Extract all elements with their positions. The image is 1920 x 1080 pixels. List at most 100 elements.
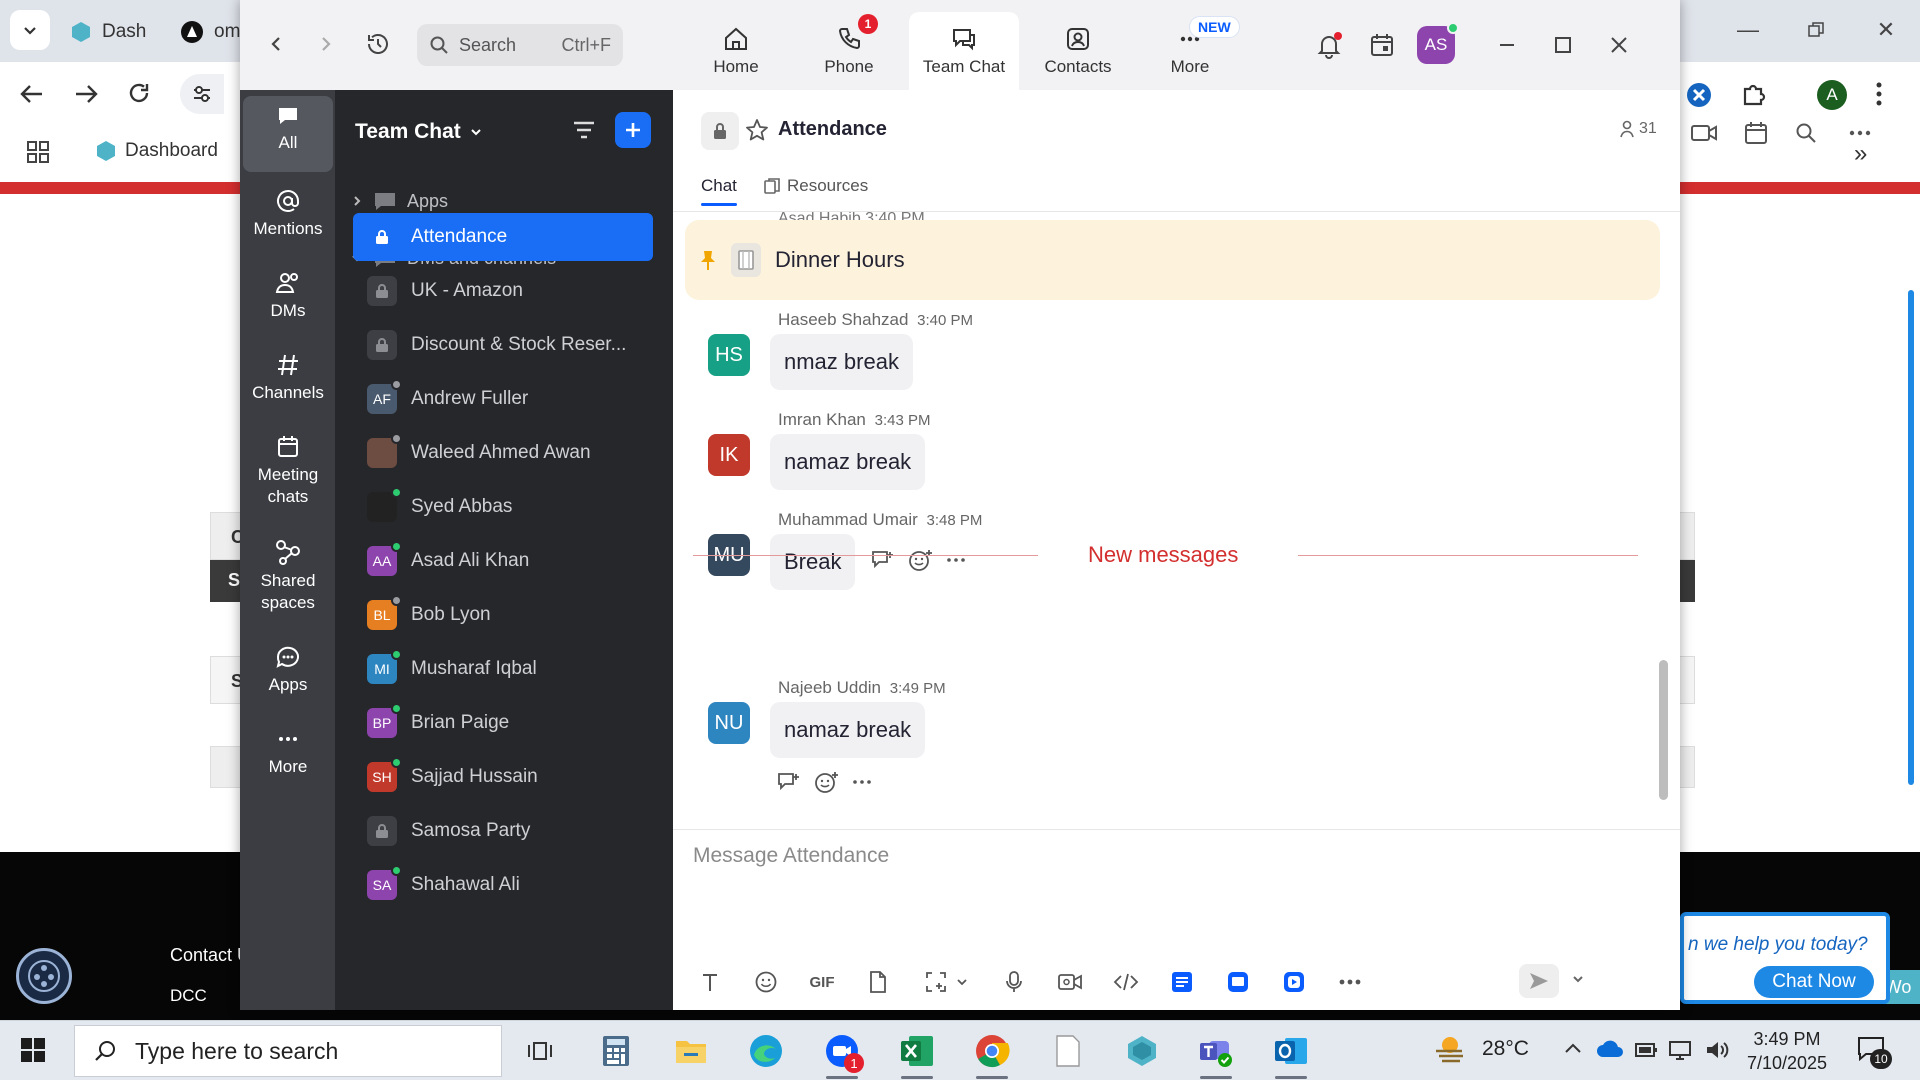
star-button[interactable] [745, 118, 769, 142]
channel-item[interactable]: Discount & Stock Reser... [353, 321, 673, 369]
video-call-button[interactable] [1689, 118, 1719, 148]
video-message-button[interactable] [1053, 968, 1087, 996]
site-info-button[interactable] [180, 74, 224, 114]
history-button[interactable] [362, 28, 394, 60]
browser-close-button[interactable]: ✕ [1866, 10, 1906, 50]
outlook-app[interactable] [1267, 1027, 1315, 1079]
weather-widget[interactable] [1432, 1033, 1468, 1065]
gif-button[interactable]: GIF [805, 968, 839, 996]
taskbar-search-input[interactable]: Type here to search [74, 1025, 502, 1077]
rail-meeting-chats[interactable]: Meeting chats [243, 426, 333, 508]
browser-restore-button[interactable] [1796, 10, 1836, 50]
calculator-app[interactable] [592, 1027, 640, 1075]
taskbar-clock[interactable]: 3:49 PM 7/10/2025 [1732, 1027, 1842, 1076]
chat-scrollbar[interactable] [1659, 660, 1668, 800]
zoom-maximize-button[interactable] [1546, 28, 1580, 62]
dashboard-app[interactable] [1118, 1027, 1166, 1075]
tab-more[interactable]: NEW More [1135, 12, 1245, 90]
message-item[interactable]: IK Imran Khan 3:43 PM namaz break [708, 410, 1608, 520]
whiteboard-button[interactable] [1221, 968, 1255, 996]
extension-icon-button[interactable] [1686, 82, 1712, 108]
user-avatar[interactable]: AS [1417, 22, 1459, 64]
composer-more-button[interactable] [1333, 968, 1367, 996]
tab-chat[interactable]: Chat [701, 176, 737, 206]
zoom-close-button[interactable] [1602, 28, 1636, 62]
volume-tray-icon[interactable] [1704, 1039, 1730, 1061]
extensions-button[interactable] [1740, 80, 1768, 108]
apps-grid-button[interactable] [26, 140, 50, 164]
schedule-meeting-button[interactable] [1741, 118, 1771, 148]
sender-name[interactable]: Imran Khan [778, 410, 866, 429]
footer-link-contact[interactable]: Contact U [170, 945, 250, 966]
show-hidden-icons-button[interactable] [1564, 1041, 1582, 1055]
member-count-button[interactable]: 31 [1619, 120, 1657, 138]
channel-item[interactable]: Waleed Ahmed Awan [353, 429, 673, 477]
code-snippet-button[interactable] [1109, 968, 1143, 996]
tab-home[interactable]: Home [681, 12, 791, 90]
chat-now-button[interactable]: Chat Now [1754, 966, 1874, 998]
network-tray-icon[interactable] [1668, 1039, 1694, 1061]
rail-shared-spaces[interactable]: Shared spaces [243, 530, 333, 614]
message-input[interactable]: Message Attendance [693, 844, 889, 868]
send-button[interactable] [1519, 964, 1559, 998]
rail-channels[interactable]: Channels [243, 344, 333, 404]
channel-item[interactable]: Samosa Party [353, 807, 673, 855]
tab-search-button[interactable] [10, 10, 50, 50]
calendar-button[interactable] [1365, 28, 1399, 62]
channel-item[interactable]: BP Brian Paige [353, 699, 673, 747]
onedrive-tray-icon[interactable] [1596, 1039, 1624, 1059]
new-chat-button[interactable] [615, 112, 651, 148]
filter-button[interactable] [571, 118, 597, 142]
forward-button[interactable] [72, 80, 100, 108]
zoom-forward-button[interactable] [310, 28, 342, 60]
section-apps[interactable]: Apps [351, 190, 448, 212]
sender-name[interactable]: Muhammad Umair [778, 510, 918, 529]
channel-item[interactable]: AA Asad Ali Khan [353, 537, 673, 585]
tab-contacts[interactable]: Contacts [1023, 12, 1133, 90]
channel-item[interactable]: Syed Abbas [353, 483, 673, 531]
docs-button[interactable] [1165, 968, 1199, 996]
chat-more-button[interactable] [1845, 118, 1875, 148]
emoji-react-icon[interactable] [814, 770, 840, 794]
accessibility-widget-button[interactable] [16, 948, 72, 1004]
chat-search-button[interactable] [1791, 118, 1821, 148]
profile-avatar[interactable]: A [1817, 80, 1847, 110]
screenshot-button[interactable] [917, 968, 975, 996]
channel-item[interactable]: SH Sajjad Hussain [353, 753, 673, 801]
zoom-back-button[interactable] [260, 28, 292, 60]
start-button[interactable] [20, 1037, 46, 1063]
browser-menu-button[interactable] [1874, 80, 1884, 108]
rail-mentions[interactable]: Mentions [243, 180, 333, 240]
notepad-app[interactable] [1044, 1027, 1092, 1075]
sender-name[interactable]: Najeeb Uddin [778, 678, 881, 697]
rail-all[interactable]: All [243, 96, 333, 172]
chrome-app[interactable] [968, 1027, 1016, 1079]
back-button[interactable] [18, 80, 46, 108]
more-actions-icon[interactable] [852, 779, 872, 785]
tab-resources[interactable]: Resources [763, 176, 868, 196]
format-text-button[interactable] [693, 968, 727, 996]
attach-file-button[interactable] [861, 968, 895, 996]
avatar[interactable]: NU [708, 702, 750, 744]
channel-item[interactable]: UK - Amazon [353, 267, 673, 315]
browser-minimize-button[interactable]: — [1728, 10, 1768, 50]
zoom-minimize-button[interactable] [1490, 28, 1524, 62]
rail-apps[interactable]: Apps [243, 636, 333, 696]
teams-app[interactable] [1192, 1027, 1240, 1079]
emoji-button[interactable] [749, 968, 783, 996]
zoom-app[interactable]: 1 [818, 1027, 866, 1079]
edge-app[interactable] [742, 1027, 790, 1075]
notifications-button[interactable] [1312, 28, 1346, 62]
channel-item[interactable]: BL Bob Lyon [353, 591, 673, 639]
rail-more[interactable]: More [243, 718, 333, 778]
pinned-message-banner[interactable]: Dinner Hours [685, 220, 1660, 300]
zoom-search-input[interactable]: Search Ctrl+F [417, 24, 623, 66]
channel-item[interactable]: AF Andrew Fuller [353, 375, 673, 423]
page-scrollbar[interactable] [1908, 290, 1914, 785]
sender-name[interactable]: Haseeb Shahzad [778, 310, 908, 329]
reply-icon[interactable] [776, 770, 802, 794]
channel-item[interactable]: SA Shahawal Ali [353, 861, 673, 909]
channel-item[interactable]: MI Musharaf Iqbal [353, 645, 673, 693]
message-item[interactable]: HS Haseeb Shahzad 3:40 PM nmaz break [708, 310, 1608, 420]
rail-dms[interactable]: DMs [243, 262, 333, 322]
